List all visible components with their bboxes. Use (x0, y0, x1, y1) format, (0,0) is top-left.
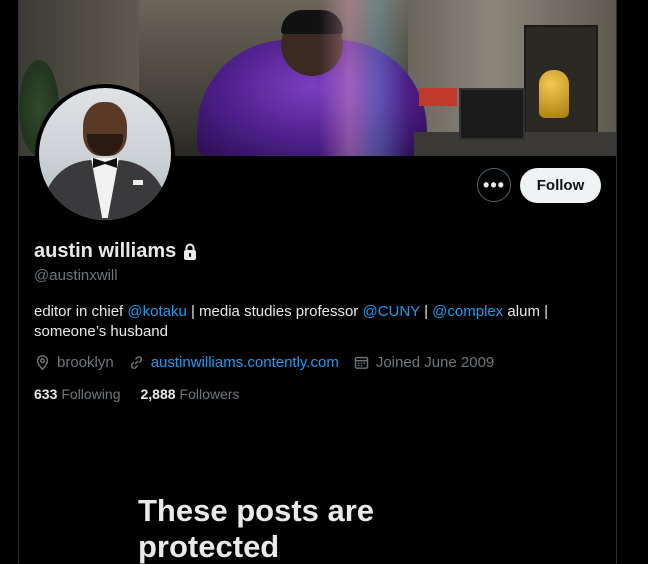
profile-meta: brooklyn austinwilliams.contently.com Jo… (34, 354, 508, 371)
followers-link[interactable]: 2,888 Followers (141, 386, 240, 402)
follow-button[interactable]: Follow (520, 168, 601, 203)
profile-handle: @austinxwill (34, 267, 118, 284)
avatar-photo (39, 88, 171, 220)
lock-icon (182, 243, 198, 261)
location-text: brooklyn (57, 354, 114, 371)
bio-mention-complex[interactable]: @complex (432, 303, 503, 320)
bio-mention-kotaku[interactable]: @kotaku (127, 303, 186, 320)
following-link[interactable]: 633 Following (34, 386, 121, 402)
banner-red-object (419, 88, 457, 106)
profile-name-row: austin williams (34, 240, 198, 263)
location-item: brooklyn (34, 354, 114, 371)
banner-gold-figurine (539, 70, 569, 118)
link-icon (130, 356, 142, 369)
location-pin-icon (36, 355, 49, 371)
banner-light-flare (319, 0, 409, 156)
profile-avatar[interactable] (35, 84, 175, 224)
followers-label: Followers (179, 386, 240, 402)
display-name: austin williams (34, 240, 177, 262)
more-options-button[interactable]: ••• (477, 168, 511, 202)
website-item[interactable]: austinwilliams.contently.com (128, 354, 339, 371)
following-label: Following (61, 386, 121, 402)
website-link[interactable]: austinwilliams.contently.com (151, 354, 339, 371)
more-options-icon: ••• (483, 174, 505, 195)
calendar-icon (354, 356, 369, 369)
banner-monitor (459, 88, 525, 140)
bio-mention-cuny[interactable]: @CUNY (362, 303, 419, 320)
avatar-pocket-square (133, 180, 143, 185)
bio-text: editor in chief (34, 303, 128, 320)
profile-column: ••• Follow austin williams @austinxwill … (18, 0, 617, 564)
following-count: 633 (34, 386, 58, 402)
bio-text: | (419, 303, 433, 320)
profile-bio: editor in chief @kotaku | media studies … (34, 302, 594, 342)
protected-posts-heading: These posts are protected (138, 493, 375, 564)
followers-count: 2,888 (140, 386, 176, 402)
follow-stats: 633 Following 2,888 Followers (34, 386, 259, 402)
joined-date: Joined June 2009 (375, 354, 495, 371)
bio-text: | media studies professor (186, 303, 363, 320)
joined-item: Joined June 2009 (353, 354, 494, 371)
